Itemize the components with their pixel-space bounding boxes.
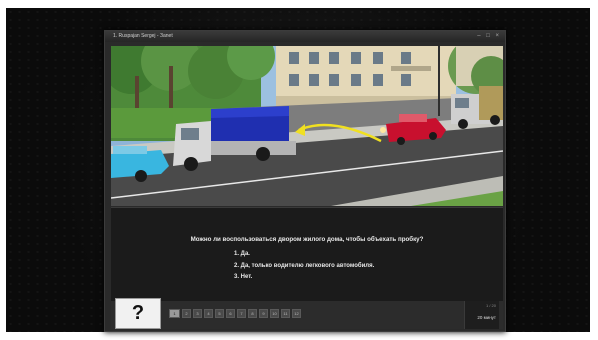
- question-panel: Можно ли воспользоваться двором жилого д…: [111, 207, 503, 302]
- question-number-button[interactable]: 11: [281, 309, 290, 318]
- answer-option-2[interactable]: 2. Да, только водителю легкового автомоб…: [234, 261, 374, 273]
- window-controls[interactable]: – □ ×: [477, 31, 501, 42]
- question-number-button[interactable]: 10: [270, 309, 279, 318]
- window-title: 1. Ruspajan Sergej - Заnet: [113, 33, 173, 39]
- question-number-button[interactable]: 1: [169, 309, 180, 318]
- question-number-button[interactable]: 9: [259, 309, 268, 318]
- question-number-button[interactable]: 12: [292, 309, 301, 318]
- progress-counter: 1 / 20: [485, 303, 496, 308]
- answer-option-1[interactable]: 1. Да.: [234, 249, 374, 261]
- question-number-button[interactable]: 8: [248, 309, 257, 318]
- status-panel: 1 / 20 20 минут: [464, 301, 499, 329]
- question-number-button[interactable]: 7: [237, 309, 246, 318]
- help-button[interactable]: ?: [115, 298, 161, 329]
- question-text: Можно ли воспользоваться двором жилого д…: [190, 236, 424, 243]
- question-number-button[interactable]: 3: [193, 309, 202, 318]
- scene-illustration: [111, 46, 503, 206]
- question-number-button[interactable]: 5: [215, 309, 224, 318]
- window-titlebar: 1. Ruspajan Sergej - Заnet – □ ×: [105, 31, 505, 42]
- timer-label: 20 минут: [477, 315, 496, 320]
- answer-list: 1. Да. 2. Да, только водителю легкового …: [234, 249, 374, 284]
- traffic-scene-image: [111, 46, 503, 206]
- bottom-bar: ? 1 2 3 4 5 6 7 8 9 10 11 12 1 / 20 20 м…: [111, 298, 503, 329]
- answer-option-3[interactable]: 3. Нет.: [234, 272, 374, 284]
- app-window: 1. Ruspajan Sergej - Заnet – □ × Можно л…: [104, 30, 506, 332]
- question-number-button[interactable]: 4: [204, 309, 213, 318]
- question-number-list: 1 2 3 4 5 6 7 8 9 10 11 12: [169, 309, 301, 318]
- question-number-button[interactable]: 6: [226, 309, 235, 318]
- question-number-button[interactable]: 2: [182, 309, 191, 318]
